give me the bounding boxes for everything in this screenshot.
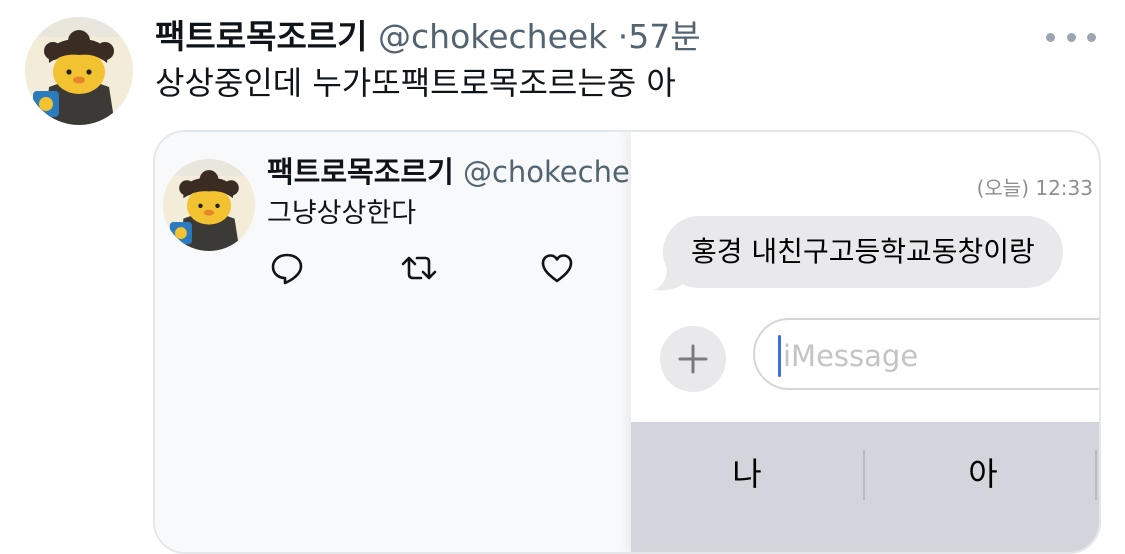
separator-dot: · [617, 17, 629, 56]
keyboard-key: 아 [968, 455, 998, 493]
heart-icon [539, 250, 575, 286]
more-options-button[interactable] [1046, 26, 1096, 48]
quoted-tweet-text: 그냥상상한다 [267, 198, 417, 229]
text-caret [778, 335, 781, 377]
keyboard-key: 나 [732, 455, 762, 493]
timestamp[interactable]: 57분 [628, 17, 700, 56]
keyboard: 나 아 [631, 422, 1099, 552]
quoted-user-handle: @chokechee [462, 155, 631, 189]
imessage-placeholder: iMessage [783, 339, 919, 373]
avatar-image [25, 17, 133, 125]
avatar[interactable] [25, 17, 133, 125]
quoted-display-name: 팩트로목조르기 [267, 155, 454, 189]
more-dots-icon [1087, 32, 1096, 42]
imessage-input: iMessage [753, 318, 1099, 390]
avatar-image [163, 159, 255, 251]
imessage-screenshot: (오늘) 12:33 홍경 내친구고등학교동창이랑 iMessage 나 아 [631, 132, 1099, 552]
tweet-header: 팩트로목조르기 @chokecheek ·57분 [155, 14, 701, 60]
user-handle[interactable]: @chokecheek [378, 17, 607, 56]
display-name[interactable]: 팩트로목조르기 [155, 17, 368, 56]
tweet-text: 상상중인데 누가또팩트로목조르는중 아 [155, 64, 676, 102]
more-dots-icon [1066, 32, 1076, 42]
retweet-icon [401, 250, 437, 286]
reply-icon [269, 250, 305, 286]
message-timestamp: (오늘) 12:33 [976, 176, 1093, 200]
quoted-avatar [163, 159, 255, 251]
plus-icon [678, 344, 708, 374]
quoted-tweet-screenshot: 팩트로목조르기 @chokechee 그냥상상한다 [155, 132, 631, 552]
plus-button [660, 326, 726, 392]
quoted-tweet-header: 팩트로목조르기 @chokechee [267, 150, 631, 194]
attached-image[interactable]: 팩트로목조르기 @chokechee 그냥상상한다 (오늘) 12:33 홍경 … [153, 130, 1101, 554]
more-dots-icon [1046, 32, 1055, 42]
message-bubble: 홍경 내친구고등학교동창이랑 [663, 216, 1063, 288]
keyboard-divider [1095, 450, 1097, 500]
